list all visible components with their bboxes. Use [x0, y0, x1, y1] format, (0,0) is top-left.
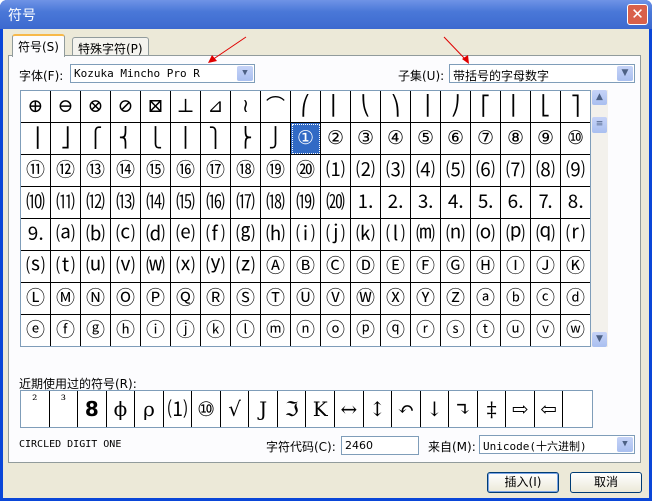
red-arrow-font	[211, 36, 247, 61]
annotation-arrows	[208, 36, 469, 64]
red-arrow-subset	[443, 36, 467, 61]
arrow-head-icon	[208, 55, 217, 63]
tab-symbols[interactable]: 符号(S)	[12, 34, 65, 57]
